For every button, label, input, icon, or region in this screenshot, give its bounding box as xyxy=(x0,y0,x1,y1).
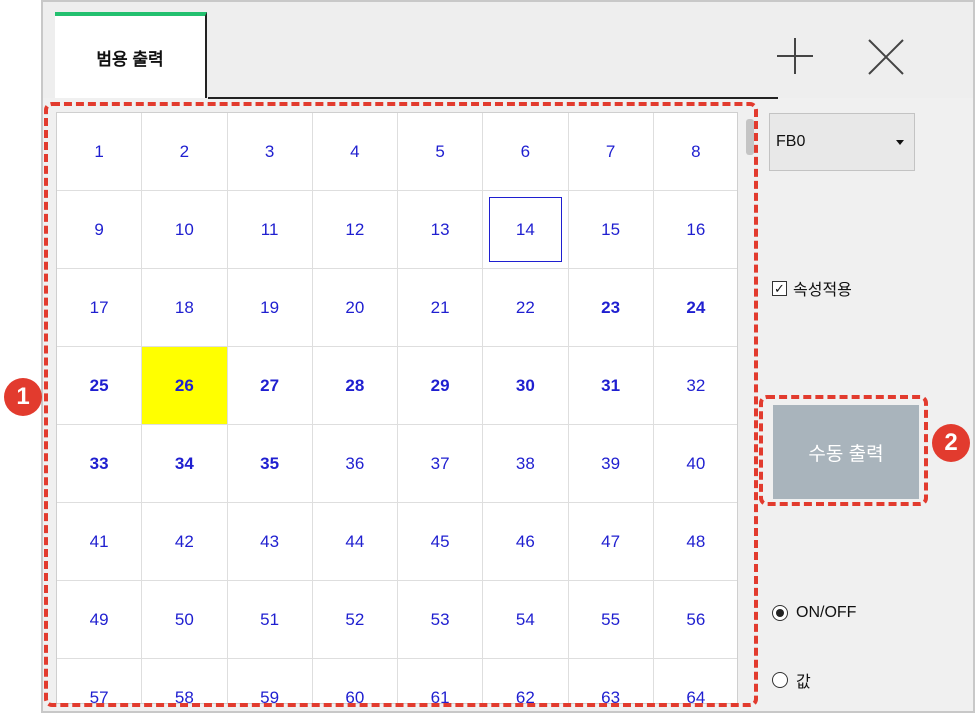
scrollbar-thumb[interactable] xyxy=(746,119,754,155)
grid-cell[interactable]: 43 xyxy=(227,503,313,581)
grid-cell[interactable]: 28 xyxy=(312,347,398,425)
manual-output-button[interactable]: 수동 출력 xyxy=(773,405,919,499)
grid-cell[interactable]: 8 xyxy=(653,113,737,191)
tab-general-output[interactable]: 범용 출력 xyxy=(55,12,207,98)
grid-cell[interactable]: 58 xyxy=(142,659,228,703)
grid-cell[interactable]: 4 xyxy=(312,113,398,191)
grid-cell[interactable]: 22 xyxy=(483,269,569,347)
close-icon[interactable] xyxy=(866,37,906,77)
annotation-badge-2: 2 xyxy=(932,424,970,462)
grid-cell[interactable]: 9 xyxy=(57,191,143,269)
grid-cell[interactable]: 49 xyxy=(57,581,143,659)
grid-cell[interactable]: 24 xyxy=(653,269,737,347)
grid-cell[interactable]: 27 xyxy=(227,347,313,425)
radio-value-label: 값 xyxy=(796,674,811,691)
tab-bar: 범용 출력 xyxy=(43,2,973,99)
radio-onoff[interactable]: ON/OFF xyxy=(772,604,856,622)
grid-cell[interactable]: 40 xyxy=(653,425,737,503)
grid-cell[interactable]: 62 xyxy=(483,659,569,703)
grid-cell[interactable]: 50 xyxy=(142,581,228,659)
grid-cell[interactable]: 7 xyxy=(568,113,654,191)
radio-onoff-label: ON/OFF xyxy=(796,604,857,621)
grid-cell[interactable]: 12 xyxy=(312,191,398,269)
grid-cell[interactable]: 26 xyxy=(142,347,228,425)
grid-cell[interactable]: 23 xyxy=(568,269,654,347)
grid-cell[interactable]: 6 xyxy=(483,113,569,191)
annotation-badge-1: 1 xyxy=(4,378,42,416)
grid-cell[interactable]: 59 xyxy=(228,659,313,703)
grid-cell[interactable]: 21 xyxy=(398,269,484,347)
grid-cell[interactable]: 25 xyxy=(57,347,143,425)
tab-divider xyxy=(208,97,778,99)
grid-cell[interactable]: 46 xyxy=(483,503,569,581)
grid-cell[interactable]: 16 xyxy=(653,191,737,269)
grid-cell[interactable]: 5 xyxy=(398,113,484,191)
grid-cell[interactable]: 29 xyxy=(398,347,484,425)
grid-cell[interactable]: 19 xyxy=(227,269,313,347)
grid-cell[interactable]: 31 xyxy=(568,347,654,425)
grid-cell[interactable]: 32 xyxy=(653,347,737,425)
grid-cell[interactable]: 52 xyxy=(312,581,398,659)
grid-cell[interactable]: 53 xyxy=(398,581,484,659)
grid-cell[interactable]: 48 xyxy=(653,503,737,581)
grid-cell[interactable]: 38 xyxy=(483,425,569,503)
grid-cell[interactable]: 18 xyxy=(142,269,228,347)
grid-cell[interactable]: 1 xyxy=(57,113,143,191)
grid-cell[interactable]: 34 xyxy=(142,425,228,503)
chevron-down-icon xyxy=(896,140,904,145)
grid-cell[interactable]: 45 xyxy=(398,503,484,581)
grid-cell[interactable]: 11 xyxy=(227,191,313,269)
grid-scrollbar[interactable] xyxy=(744,115,756,703)
radio-value-circle[interactable] xyxy=(772,672,788,688)
device-select[interactable]: FB0 xyxy=(769,113,915,171)
grid-cell[interactable]: 54 xyxy=(483,581,569,659)
grid-cell[interactable]: 56 xyxy=(653,581,737,659)
grid-cell[interactable]: 2 xyxy=(142,113,228,191)
grid-cell[interactable]: 36 xyxy=(312,425,398,503)
grid-cell[interactable]: 47 xyxy=(568,503,654,581)
grid-cell[interactable]: 37 xyxy=(398,425,484,503)
grid-cell[interactable]: 64 xyxy=(654,659,737,704)
grid-cell[interactable]: 30 xyxy=(483,347,569,425)
grid-cell[interactable]: 42 xyxy=(142,503,228,581)
checkbox-label: 속성적용 xyxy=(793,282,852,299)
grid-cell[interactable]: 35 xyxy=(227,425,313,503)
grid-cell[interactable]: 60 xyxy=(313,659,398,703)
grid-cell[interactable]: 15 xyxy=(568,191,654,269)
grid-cell[interactable]: 13 xyxy=(398,191,484,269)
output-panel: 범용 출력 1 2 3 4 5 6 7 8 9 10 11 12 13 14 15 16 17 18 19 20 21 2… xyxy=(41,0,975,713)
grid-cell[interactable]: 3 xyxy=(227,113,313,191)
grid-cell[interactable]: 57 xyxy=(57,659,143,703)
output-grid: 1 2 3 4 5 6 7 8 9 10 11 12 13 14 15 16 17 18 19 20 21 22 23 24 2… xyxy=(57,113,737,704)
grid-cell[interactable]: 39 xyxy=(568,425,654,503)
checkbox-box[interactable]: ✓ xyxy=(772,280,787,296)
output-grid-container: 1 2 3 4 5 6 7 8 9 10 11 12 13 14 15 16 17 18 19 20 21 22 23 24 2… xyxy=(56,112,738,704)
plus-icon[interactable] xyxy=(775,36,815,76)
radio-value[interactable]: 값 xyxy=(772,668,811,692)
grid-cell[interactable]: 14 xyxy=(483,191,569,269)
grid-cell[interactable]: 17 xyxy=(57,269,143,347)
apply-attributes-checkbox[interactable]: ✓ 속성적용 xyxy=(772,276,852,300)
grid-cell[interactable]: 61 xyxy=(398,659,484,703)
grid-cell[interactable]: 20 xyxy=(312,269,398,347)
device-select-value: FB0 xyxy=(776,133,806,150)
radio-onoff-circle[interactable] xyxy=(772,605,788,621)
grid-cell[interactable]: 51 xyxy=(227,581,313,659)
grid-cell[interactable]: 44 xyxy=(312,503,398,581)
grid-cell[interactable]: 41 xyxy=(57,503,143,581)
grid-cell[interactable]: 63 xyxy=(569,659,654,703)
grid-cell[interactable]: 33 xyxy=(57,425,143,503)
grid-cell[interactable]: 55 xyxy=(568,581,654,659)
grid-cell[interactable]: 10 xyxy=(142,191,228,269)
